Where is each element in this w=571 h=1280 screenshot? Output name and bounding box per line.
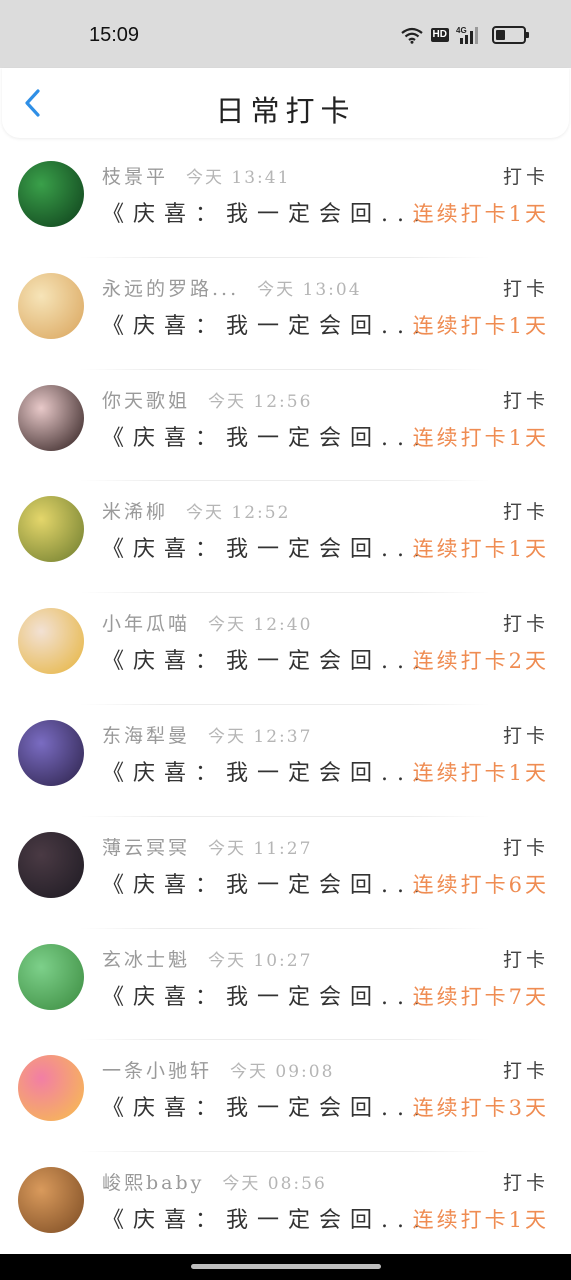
checkin-content[interactable]: 《庆喜：我一定会回... [102,979,429,1011]
username[interactable]: 小年瓜喵 今天 12:40 [102,609,312,636]
username[interactable]: 永远的罗路... 今天 13:04 [102,274,362,301]
username-text: 你天歌姐 [102,389,191,412]
system-nav-bar [0,1254,571,1280]
header-bar: 日常打卡 [2,68,569,138]
network-type-label: 4G [456,26,467,35]
checkin-action-label: 打卡 [502,836,549,859]
checkin-list-item[interactable]: 永远的罗路... 今天 13:04 打卡《庆喜：我一定会回... 连续打卡1天 [0,258,571,370]
checkin-content[interactable]: 《庆喜：我一定会回... [102,531,429,563]
username[interactable]: 米浠柳 今天 12:52 [102,497,290,524]
checkin-list-item[interactable]: 米浠柳 今天 12:52 打卡《庆喜：我一定会回... 连续打卡1天 [0,481,571,594]
checkin-content[interactable]: 《庆喜：我一定会回... [102,1202,429,1234]
status-time: 15:09 [89,24,140,46]
checkin-content[interactable]: 《庆喜：我一定会回... [102,867,429,899]
username-text: 峻熙baby [102,1172,205,1195]
home-indicator[interactable] [191,1264,381,1269]
hd-badge: HD [430,28,449,42]
username[interactable]: 东海犁曼 今天 12:37 [102,721,312,748]
status-bar: 15:09 HD 4G [0,0,571,68]
checkin-list-item[interactable]: 玄冰士魁 今天 10:27 打卡《庆喜：我一定会回... 连续打卡7天 [0,929,571,1041]
checkin-list-item[interactable]: 峻熙baby 今天 08:56 打卡《庆喜：我一定会回... 连续打卡1天 [0,1152,571,1264]
username[interactable]: 玄冰士魁 今天 10:27 [102,945,312,972]
checkin-list-item[interactable]: 小年瓜喵 今天 12:40 打卡《庆喜：我一定会回... 连续打卡2天 [0,593,571,705]
user-avatar[interactable] [18,608,84,675]
checkin-action-label: 打卡 [502,166,549,188]
signal-icon: 4G [456,25,482,45]
checkin-list: 枝景平 今天 13:41 打卡 《庆喜：我一定会回... 连续打卡1天 永远的罗路... 今… [0,146,571,1264]
checkin-content[interactable]: 《庆喜：我一定会回... [102,196,429,228]
checkin-content[interactable]: 《庆喜：我一定会回... [102,1090,429,1122]
checkin-content[interactable]: 《庆喜：我一定会回... [102,643,429,675]
username[interactable]: 你天歌姐 今天 12:56 [102,386,312,413]
wifi-icon [400,26,424,44]
streak-badge: 连续打卡7天 [412,984,549,1009]
streak-badge: 连续打卡1天 [412,760,549,785]
username-text: 薄云冥冥 [102,836,191,859]
user-avatar[interactable] [18,496,84,563]
streak-badge: 连续打卡1天 [412,537,549,562]
checkin-time: 今天 11:27 [208,838,313,859]
user-avatar[interactable] [18,719,84,786]
username-text: 东海犁曼 [102,724,191,747]
checkin-list-item[interactable]: 枝景平 今天 13:41 打卡《庆喜：我一定会回... 连续打卡1天 [0,146,571,258]
page-title: 日常打卡 [215,94,356,128]
checkin-time: 今天 12:56 [208,391,313,412]
user-avatar[interactable] [18,1055,84,1122]
checkin-time: 今天 13:04 [257,279,362,300]
streak-badge: 连续打卡3天 [412,1096,549,1121]
username[interactable]: 峻熙baby 今天 08:56 [102,1168,327,1195]
user-avatar[interactable] [18,943,84,1010]
battery-cap [526,32,529,38]
checkin-time: 今天 09:08 [230,1062,335,1083]
user-avatar[interactable] [18,831,84,898]
streak-badge: 连续打卡2天 [412,649,549,674]
username-text: 一条小驰轩 [102,1060,213,1083]
username[interactable]: 薄云冥冥 今天 11:27 [102,833,312,860]
streak-badge: 连续打卡1天 [412,202,549,226]
checkin-action-label: 打卡 [502,613,549,636]
battery-icon [492,26,529,44]
username-text: 米浠柳 [102,501,169,524]
username-text: 小年瓜喵 [102,613,191,636]
checkin-content[interactable]: 《庆喜：我一定会回... [102,755,429,787]
username[interactable]: 枝景平 今天 13:41 [102,162,290,189]
checkin-time: 今天 12:40 [208,615,313,636]
checkin-action-label: 打卡 [502,948,549,971]
username[interactable]: 一条小驰轩 今天 09:08 [102,1056,334,1083]
username-text: 玄冰士魁 [102,948,191,971]
checkin-time: 今天 13:41 [186,168,291,188]
checkin-content[interactable]: 《庆喜：我一定会回... [102,308,429,340]
checkin-list-item[interactable]: 薄云冥冥 今天 11:27 打卡《庆喜：我一定会回... 连续打卡6天 [0,817,571,929]
checkin-time: 今天 12:52 [186,503,291,524]
battery-level-fill [496,30,505,40]
user-avatar[interactable] [18,161,84,227]
checkin-action-label: 打卡 [502,1172,549,1195]
checkin-action-label: 打卡 [502,389,549,412]
checkin-action-label: 打卡 [502,501,549,524]
checkin-content[interactable]: 《庆喜：我一定会回... [102,420,429,452]
streak-badge: 连续打卡1天 [412,1208,549,1233]
streak-badge: 连续打卡1天 [412,313,549,338]
checkin-action-label: 打卡 [502,277,549,300]
status-icons: HD 4G [400,22,529,48]
username-text: 永远的罗路... [102,277,240,300]
user-avatar[interactable] [18,1167,84,1234]
username-text: 枝景平 [102,166,169,188]
checkin-time: 今天 08:56 [222,1174,327,1195]
checkin-list-item[interactable]: 一条小驰轩 今天 09:08 打卡《庆喜：我一定会回... 连续打卡3天 [0,1040,571,1153]
checkin-action-label: 打卡 [502,1060,549,1083]
checkin-time: 今天 10:27 [208,950,313,971]
checkin-list-item[interactable]: 你天歌姐 今天 12:56 打卡《庆喜：我一定会回... 连续打卡1天 [0,370,571,482]
user-avatar[interactable] [18,384,84,451]
checkin-time: 今天 12:37 [208,726,313,747]
user-avatar[interactable] [18,272,84,339]
checkin-action-label: 打卡 [502,724,549,747]
streak-badge: 连续打卡1天 [412,425,549,450]
checkin-list-item[interactable]: 东海犁曼 今天 12:37 打卡《庆喜：我一定会回... 连续打卡1天 [0,705,571,817]
streak-badge: 连续打卡6天 [412,872,549,897]
